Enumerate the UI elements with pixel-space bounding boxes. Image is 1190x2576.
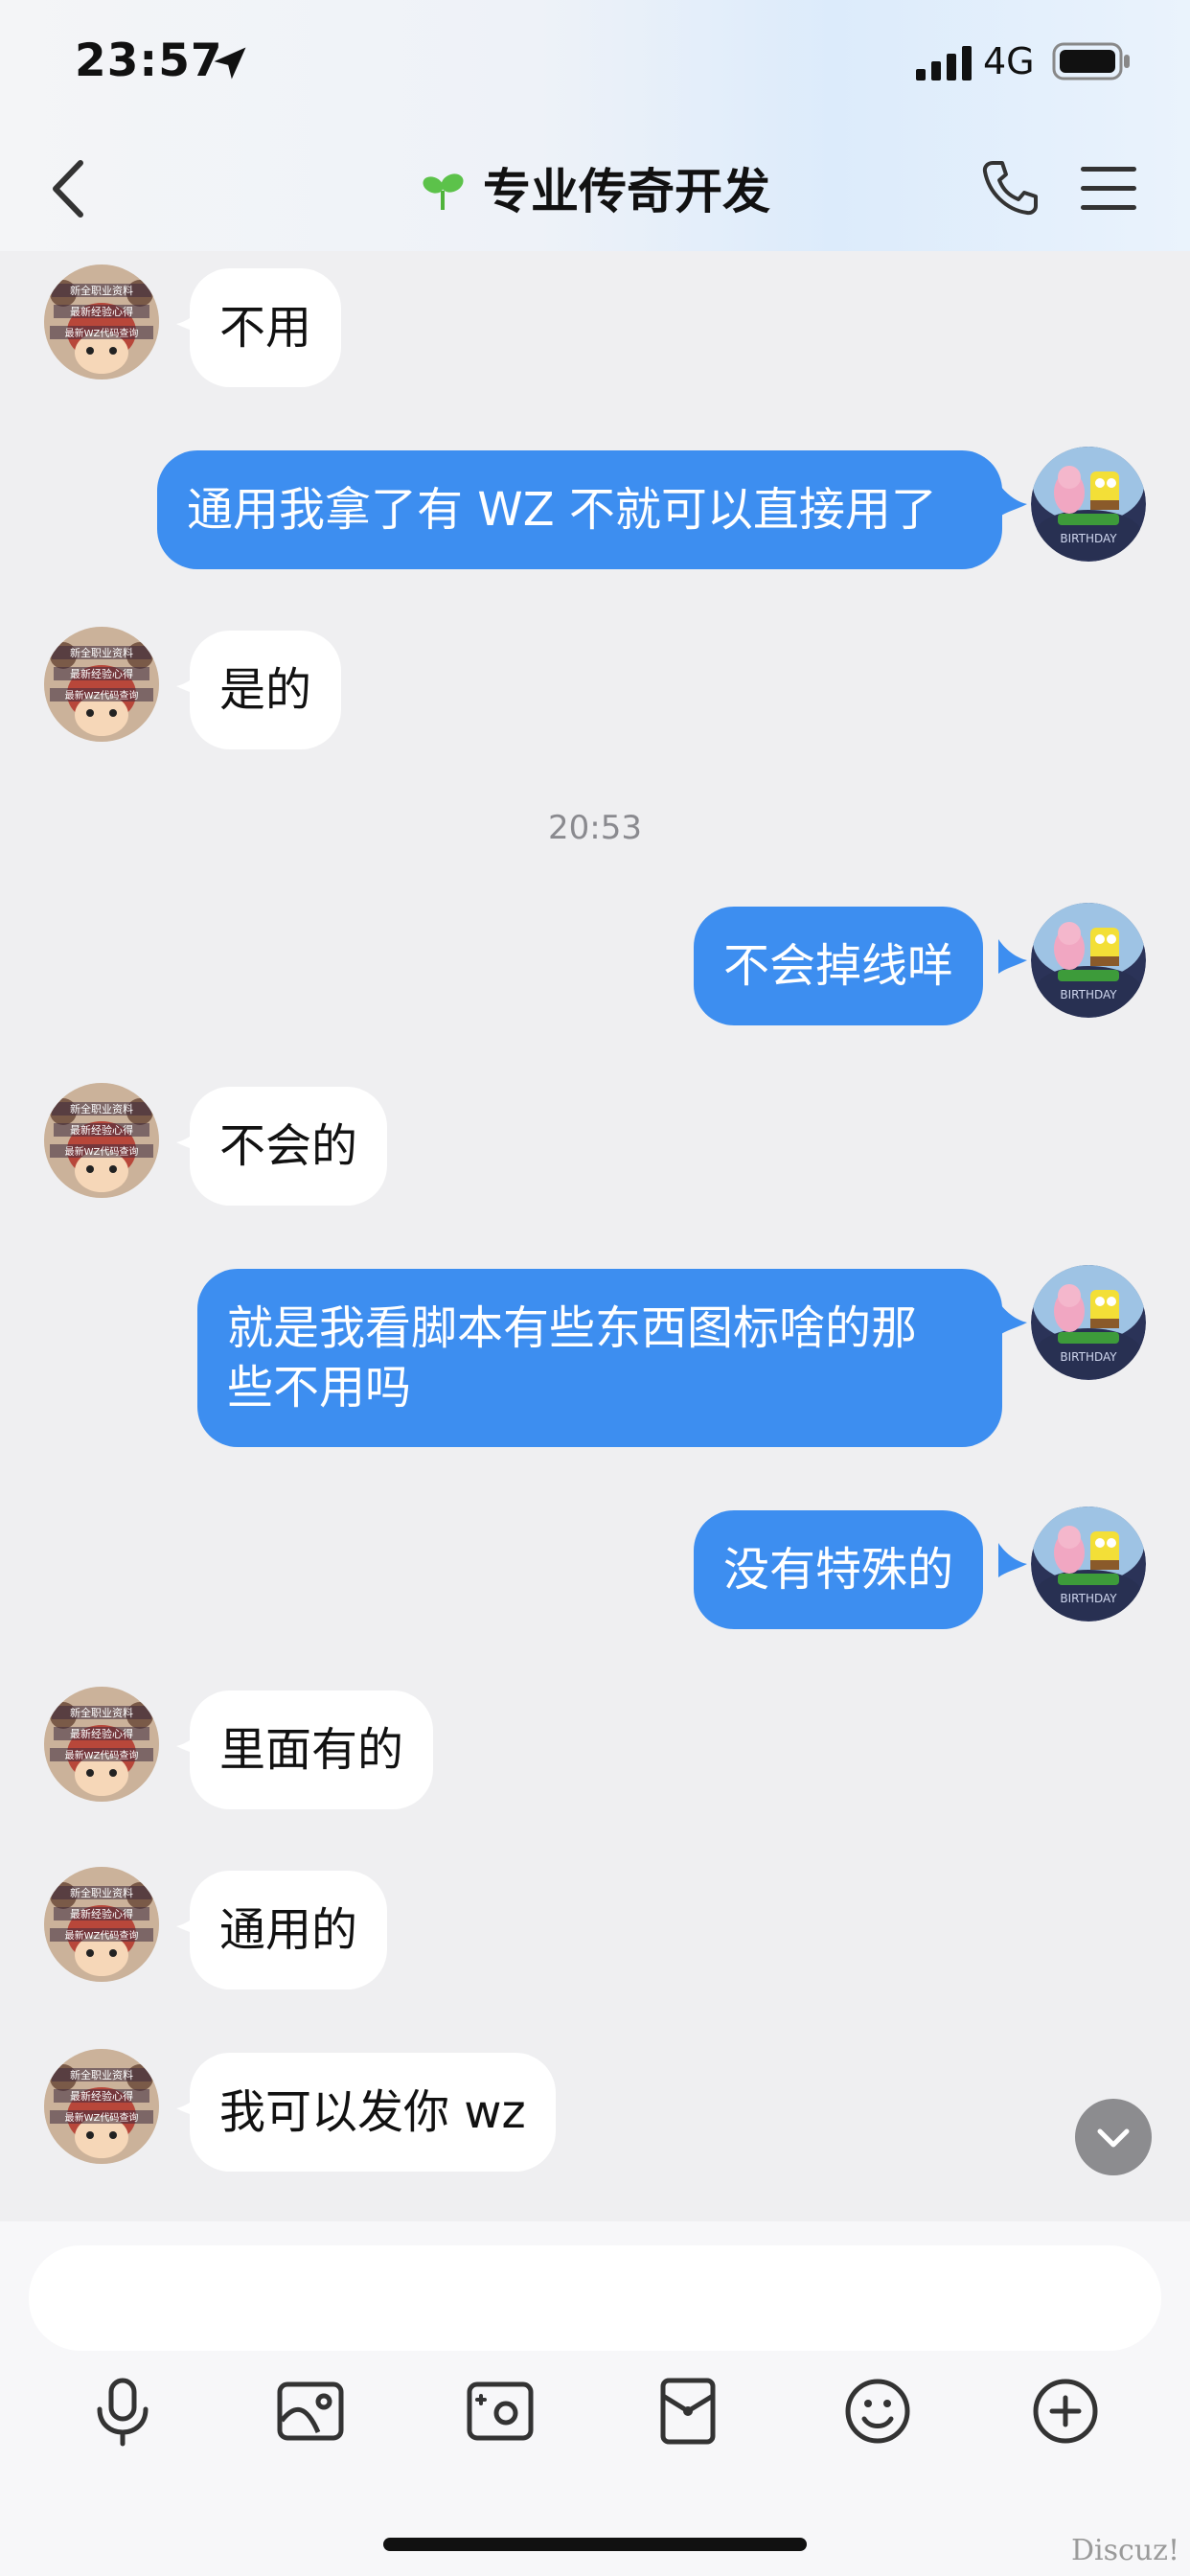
bubble-tail — [998, 939, 1027, 974]
self-avatar[interactable] — [1031, 447, 1146, 562]
message-bubble-incoming[interactable]: 不会的 — [190, 1087, 388, 1206]
status-time: 23:57 — [75, 34, 223, 87]
location-arrow-icon — [214, 47, 246, 80]
message-bubble-outgoing[interactable]: 就是我看脚本有些东西图标啥的那 些不用吗 — [197, 1269, 1002, 1447]
self-avatar[interactable] — [1031, 1506, 1146, 1622]
message-list[interactable]: 不用 通用我拿了有 WZ 不就可以直接用了 是的 20:53 不会掉线咩 不会的… — [0, 251, 1190, 2221]
top-bar: 23:57 4G 专业传奇开发 — [0, 0, 1190, 251]
contact-avatar[interactable] — [44, 1867, 159, 1982]
contact-avatar[interactable] — [44, 264, 159, 380]
bubble-tail — [998, 1543, 1027, 1577]
home-indicator[interactable] — [383, 2538, 807, 2551]
scroll-to-bottom-button[interactable] — [1075, 2099, 1152, 2175]
message-bubble-incoming[interactable]: 不用 — [190, 268, 342, 387]
message-bubble-incoming[interactable]: 是的 — [190, 631, 342, 749]
red-packet-icon[interactable] — [652, 2375, 724, 2448]
chat-screen: 23:57 4G 专业传奇开发 不用 通用我拿了有 WZ 不就可以直接用了 是的… — [0, 0, 1190, 2576]
contact-avatar[interactable] — [44, 1687, 159, 1802]
image-icon[interactable] — [274, 2375, 347, 2448]
message-bubble-outgoing[interactable]: 不会掉线咩 — [694, 907, 984, 1025]
signal-icon — [916, 46, 972, 80]
camera-icon[interactable] — [464, 2375, 537, 2448]
chevron-down-icon — [1097, 2128, 1130, 2148]
battery-icon — [1052, 42, 1130, 80]
sprout-icon — [423, 173, 464, 210]
bubble-tail — [998, 483, 1027, 518]
message-timestamp: 20:53 — [548, 809, 642, 847]
input-bar — [0, 2221, 1190, 2576]
watermark: Discuz! — [1071, 2534, 1180, 2567]
contact-avatar[interactable] — [44, 627, 159, 742]
contact-avatar[interactable] — [44, 2049, 159, 2164]
microphone-icon[interactable] — [86, 2375, 159, 2448]
phone-call-icon[interactable] — [979, 157, 1041, 218]
message-bubble-incoming[interactable]: 通用的 — [190, 1871, 388, 1990]
self-avatar[interactable] — [1031, 1265, 1146, 1380]
message-bubble-incoming[interactable]: 里面有的 — [190, 1690, 434, 1809]
menu-icon[interactable] — [1081, 165, 1136, 213]
message-bubble-outgoing[interactable]: 没有特殊的 — [694, 1510, 984, 1629]
contact-avatar[interactable] — [44, 1083, 159, 1198]
network-label: 4G — [983, 40, 1035, 82]
emoji-icon[interactable] — [841, 2375, 914, 2448]
message-input[interactable] — [29, 2245, 1161, 2351]
plus-icon[interactable] — [1029, 2375, 1102, 2448]
self-avatar[interactable] — [1031, 903, 1146, 1018]
message-bubble-incoming[interactable]: 我可以发你 wz — [190, 2053, 556, 2172]
chat-title: 专业传奇开发 — [483, 164, 770, 219]
bubble-tail — [998, 1301, 1027, 1336]
message-bubble-outgoing[interactable]: 通用我拿了有 WZ 不就可以直接用了 — [157, 450, 1002, 569]
